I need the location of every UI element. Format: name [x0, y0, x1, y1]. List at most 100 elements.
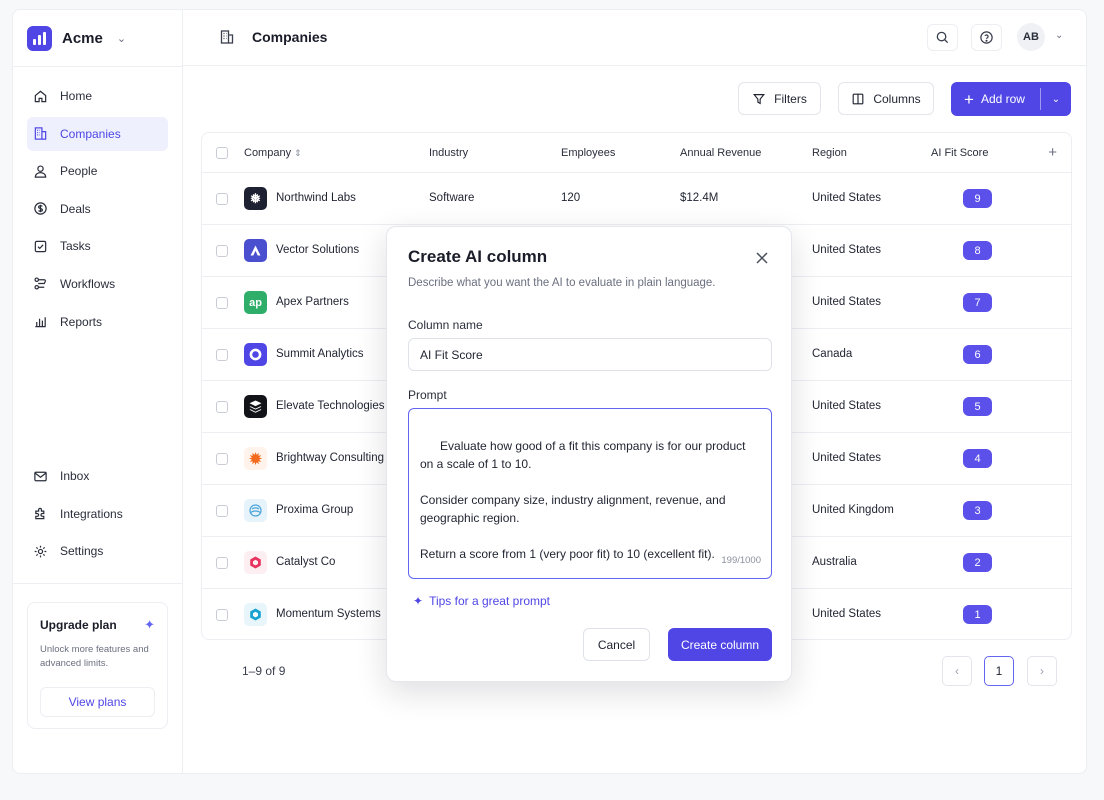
table-row[interactable]: ❅ Northwind Labs Software 120 $12.4M United S… [202, 173, 1071, 225]
nav-item-reports[interactable]: Reports [27, 305, 168, 339]
view-plans-button[interactable]: View plans [40, 687, 155, 717]
region-cell: United States [812, 296, 882, 308]
ai-fit-score-badge: 3 [963, 501, 992, 520]
ai-fit-score-badge: 1 [963, 605, 992, 624]
page-title: Companies [252, 29, 328, 45]
checkbox-icon [34, 240, 47, 253]
company-name[interactable]: Summit Analytics [276, 348, 364, 360]
column-header-region[interactable]: Region [812, 147, 847, 159]
tips-label: Tips for a great prompt [429, 594, 550, 608]
person-icon [34, 165, 47, 178]
column-header-revenue[interactable]: Annual Revenue [680, 147, 761, 159]
region-cell: Canada [812, 348, 853, 360]
company-name[interactable]: Proxima Group [276, 504, 353, 516]
column-header-employees[interactable]: Employees [561, 147, 615, 159]
add-row-button[interactable]: + Add row [951, 82, 1040, 116]
add-column-icon[interactable]: + [1048, 144, 1057, 161]
prompt-text: Evaluate how good of a fit this company … [420, 439, 746, 561]
columns-icon [852, 93, 864, 104]
sparkle-icon: ✦ [413, 594, 424, 608]
nav-label: People [60, 164, 98, 179]
create-column-button[interactable]: Create column [668, 628, 772, 661]
company-name[interactable]: Vector Solutions [276, 244, 359, 256]
row-checkbox[interactable] [216, 401, 228, 413]
row-checkbox[interactable] [216, 453, 228, 465]
company-name[interactable]: Northwind Labs [276, 192, 356, 204]
nav-item-deals[interactable]: Deals [27, 192, 168, 226]
nav-item-tasks[interactable]: Tasks [27, 229, 168, 263]
company-name[interactable]: Catalyst Co [276, 556, 335, 568]
row-checkbox[interactable] [216, 609, 228, 621]
workflow-icon [34, 277, 46, 291]
company-name[interactable]: Momentum Systems [276, 608, 381, 620]
company-logo-icon [244, 499, 267, 522]
tips-link[interactable]: ✦ Tips for a great prompt [413, 594, 550, 608]
column-header-industry[interactable]: Industry [429, 147, 468, 159]
search-button[interactable] [927, 24, 958, 51]
company-name[interactable]: Elevate Technologies [276, 400, 384, 412]
sort-icon[interactable]: ⇕ [294, 148, 302, 158]
secondary-nav: Inbox Integrations Settings [27, 459, 168, 572]
employees-cell: 120 [561, 192, 581, 204]
prompt-textarea[interactable]: Evaluate how good of a fit this company … [408, 408, 772, 579]
nav-item-inbox[interactable]: Inbox [27, 459, 168, 493]
column-name-label: Column name [408, 318, 483, 332]
plus-icon: + [964, 89, 974, 109]
prompt-label: Prompt [408, 388, 447, 402]
column-header-ai-fit-score[interactable]: AI Fit Score [931, 147, 988, 159]
filters-label: Filters [774, 91, 807, 106]
row-checkbox[interactable] [216, 349, 228, 361]
chevron-down-icon[interactable]: ⌄ [1041, 94, 1071, 105]
nav-label: Inbox [60, 469, 90, 483]
region-cell: United Kingdom [812, 504, 894, 516]
puzzle-icon [35, 507, 45, 520]
row-checkbox[interactable] [216, 557, 228, 569]
company-name[interactable]: Apex Partners [276, 296, 349, 308]
region-cell: Australia [812, 556, 857, 568]
ai-fit-score-badge: 5 [963, 397, 992, 416]
next-page-button[interactable]: › [1027, 656, 1057, 686]
column-header-company[interactable]: Company ⇕ [244, 147, 302, 159]
upgrade-text: Unlock more features and advanced limits… [40, 644, 149, 669]
pagination-info: 1–9 of 9 [242, 664, 286, 678]
brand-logo-icon [27, 25, 52, 51]
sidebar: Acme ⌄ Home Companies People Deals Tasks… [13, 10, 183, 773]
nav-item-settings[interactable]: Settings [27, 534, 168, 568]
row-checkbox[interactable] [216, 297, 228, 309]
character-count: 199/1000 [721, 555, 761, 566]
help-button[interactable] [971, 24, 1002, 51]
select-all-checkbox[interactable] [216, 147, 228, 159]
chevron-down-icon: ⌄ [116, 32, 127, 45]
ai-fit-score-badge: 7 [963, 293, 992, 312]
nav-item-integrations[interactable]: Integrations [27, 497, 168, 531]
prev-page-button[interactable]: ‹ [942, 656, 972, 686]
cancel-button[interactable]: Cancel [583, 628, 650, 661]
mail-icon [34, 471, 47, 481]
filters-button[interactable]: Filters [738, 82, 821, 115]
region-cell: United States [812, 244, 882, 256]
workspace-switcher[interactable]: Acme ⌄ [27, 25, 126, 51]
close-icon[interactable] [755, 251, 769, 265]
dialog-description: Describe what you want the AI to evaluat… [408, 277, 716, 289]
row-checkbox[interactable] [216, 245, 228, 257]
nav-item-home[interactable]: Home [27, 79, 168, 113]
row-checkbox[interactable] [216, 505, 228, 517]
add-row-label: Add row [980, 92, 1025, 106]
ai-fit-score-badge: 8 [963, 241, 992, 260]
chevron-down-icon[interactable]: ⌄ [1055, 30, 1063, 41]
company-name[interactable]: Brightway Consulting [276, 452, 384, 464]
search-icon [936, 31, 949, 44]
row-checkbox[interactable] [216, 193, 228, 205]
column-name-input[interactable] [408, 338, 772, 371]
ai-fit-score-badge: 6 [963, 345, 992, 364]
nav-item-people[interactable]: People [27, 154, 168, 188]
columns-button[interactable]: Columns [838, 82, 934, 115]
nav-item-companies[interactable]: Companies [27, 116, 168, 151]
nav-label: Settings [60, 544, 104, 559]
user-avatar[interactable]: AB [1017, 23, 1045, 51]
nav-label: Home [60, 89, 93, 103]
divider [13, 583, 183, 584]
nav-item-workflows[interactable]: Workflows [27, 267, 168, 301]
bar-chart-icon [35, 317, 46, 328]
page-number-button[interactable]: 1 [984, 656, 1014, 686]
